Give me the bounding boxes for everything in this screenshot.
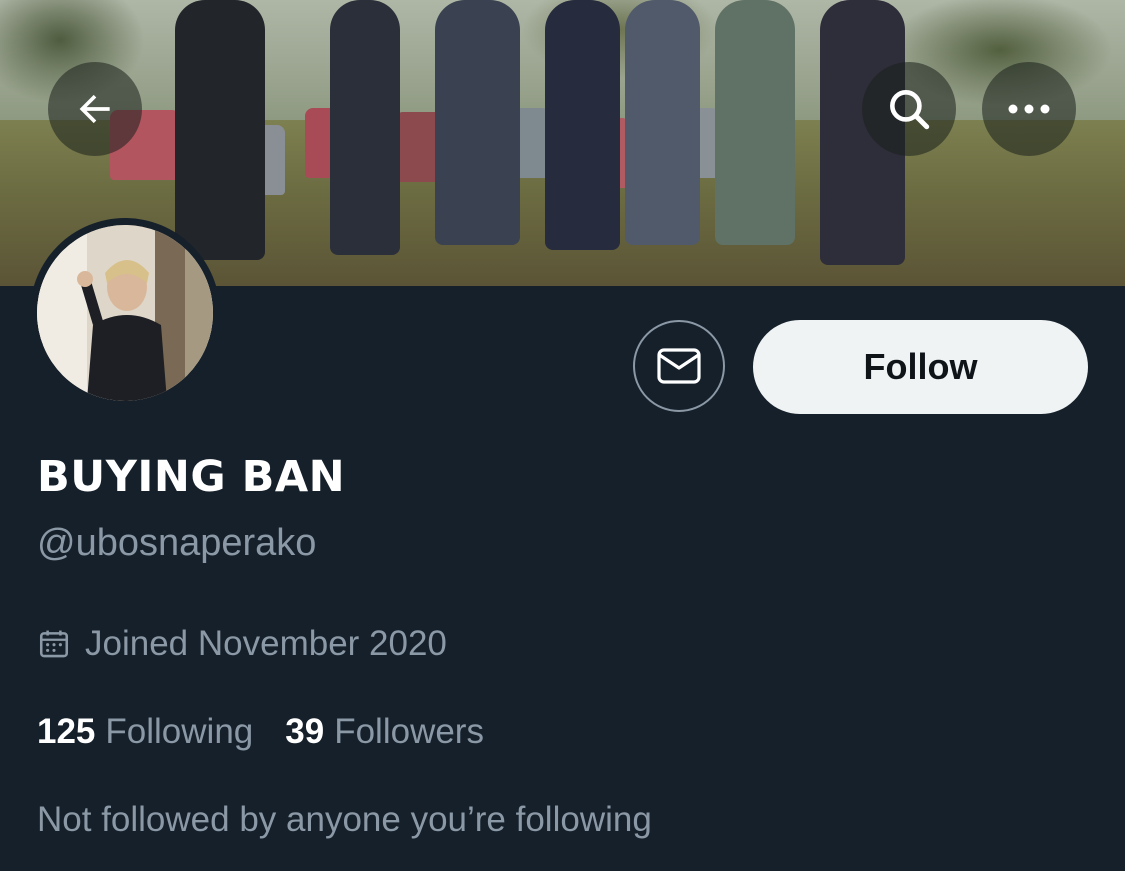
following-count: 125 <box>37 712 96 751</box>
search-button[interactable] <box>862 62 956 156</box>
banner-person <box>175 0 265 260</box>
profile-avatar[interactable] <box>30 218 220 408</box>
followers-count: 39 <box>285 712 325 751</box>
search-icon <box>890 90 930 130</box>
followers-label: Followers <box>334 712 484 751</box>
message-button[interactable] <box>633 320 725 412</box>
joined-date: Joined November 2020 <box>37 624 447 664</box>
avatar-photo <box>37 225 213 401</box>
banner-person <box>625 0 700 245</box>
banner-person <box>545 0 620 250</box>
followers-link[interactable]: 39 Followers <box>285 712 484 752</box>
back-button[interactable] <box>48 62 142 156</box>
follow-button[interactable]: Follow <box>753 320 1088 414</box>
following-link[interactable]: 125 Following <box>37 712 253 752</box>
banner-person <box>715 0 795 245</box>
following-label: Following <box>105 712 254 751</box>
banner-person <box>330 0 400 255</box>
more-horizontal-icon <box>1008 104 1050 114</box>
avatar-image <box>37 225 213 401</box>
arrow-left-icon <box>79 94 110 124</box>
mail-icon <box>657 348 701 384</box>
user-handle: @ubosnaperako <box>37 522 317 564</box>
display-name: BUYING BAN <box>37 452 346 502</box>
more-button[interactable] <box>982 62 1076 156</box>
social-context: Not followed by anyone you’re following <box>37 800 652 839</box>
joined-text: Joined November 2020 <box>85 624 447 663</box>
follow-stats: 125 Following 39 Followers <box>37 712 484 752</box>
calendar-icon <box>37 627 71 661</box>
banner-person <box>435 0 520 245</box>
